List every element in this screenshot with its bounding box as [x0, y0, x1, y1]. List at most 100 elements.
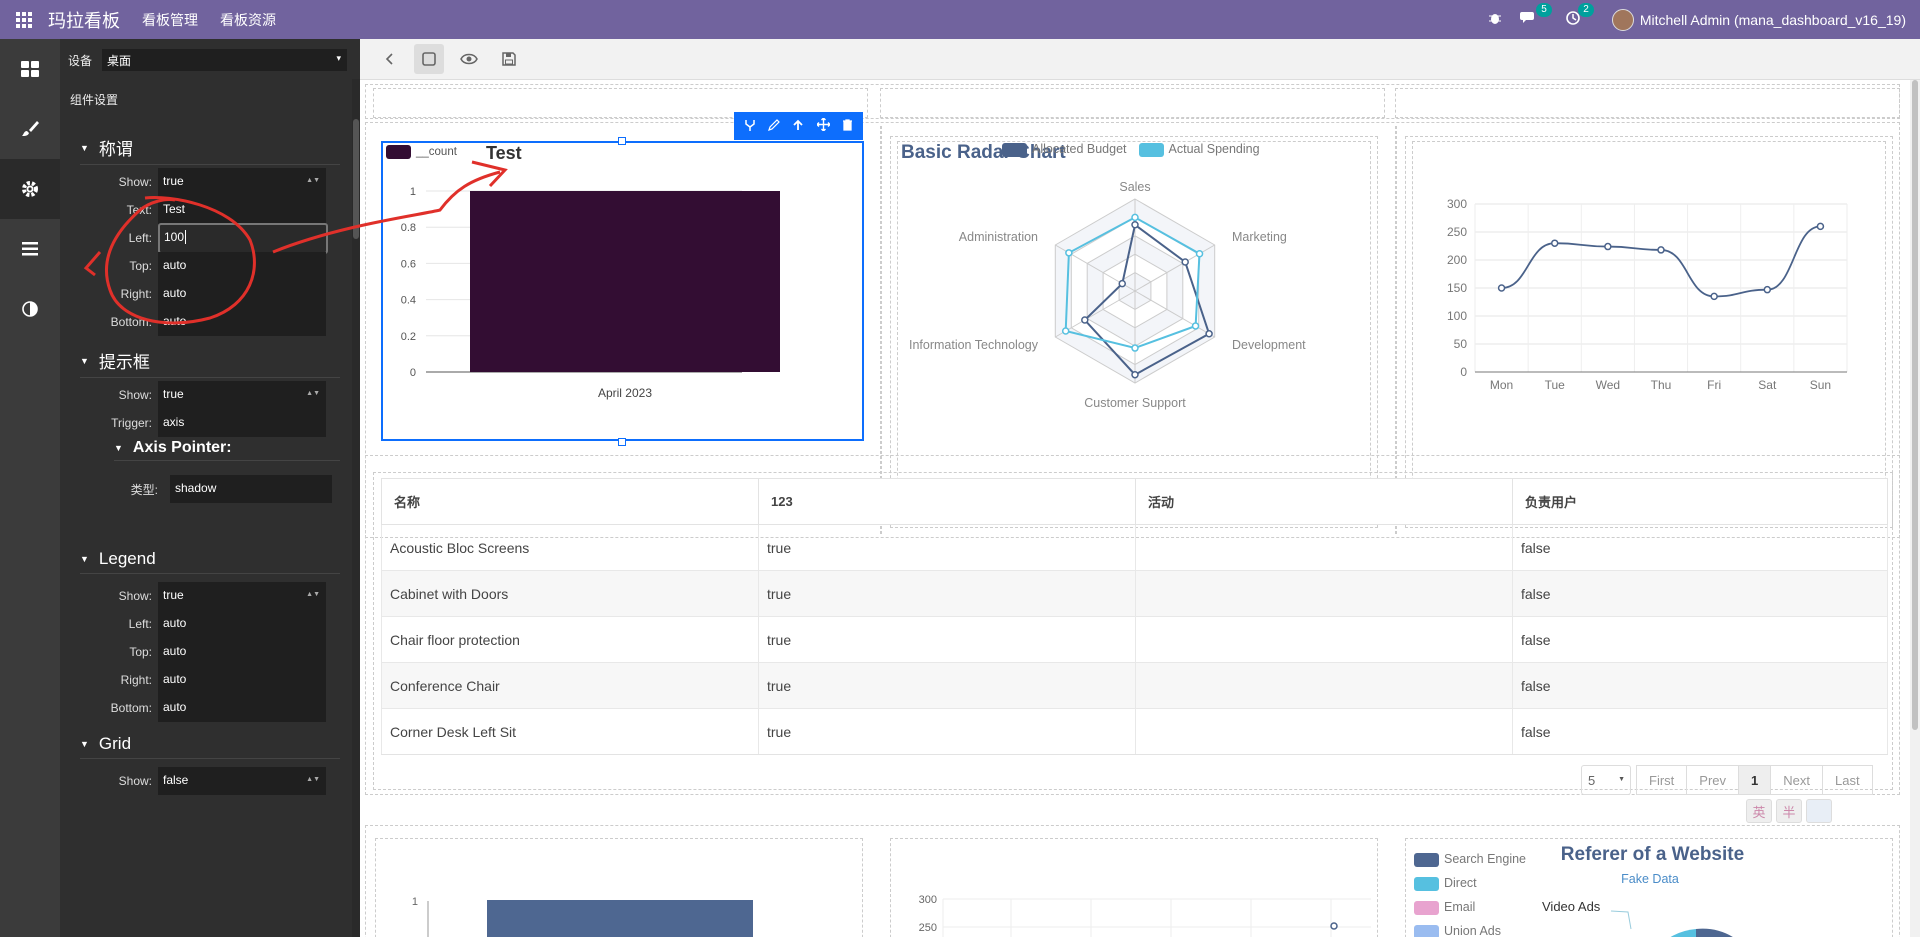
menu-dashboard-management[interactable]: 看板管理 [142, 10, 198, 30]
section-title[interactable]: ▼ 称谓 [80, 135, 340, 165]
bar-mark[interactable] [470, 191, 780, 372]
radar-point[interactable] [1131, 344, 1139, 352]
y-tick-label: 250 [1447, 225, 1467, 239]
title-show-select[interactable]: true ▲▼ [158, 168, 326, 196]
resize-handle-bottom[interactable] [618, 438, 626, 446]
legend-show-select[interactable]: true ▲▼ [158, 582, 326, 610]
settings-gear-icon[interactable] [0, 159, 60, 219]
activity-clock-icon[interactable]: 2 [1566, 3, 1594, 28]
ime-settings-badge[interactable] [1806, 799, 1832, 823]
axis-pointer-type-input[interactable]: shadow [170, 475, 332, 503]
pager-last-button[interactable]: Last [1821, 765, 1873, 795]
column-header-123[interactable]: 123 [758, 478, 1136, 525]
pie-widget[interactable]: Search Engine Direct Email Union Ads Ref… [1405, 838, 1893, 937]
paint-brush-icon[interactable] [0, 99, 60, 159]
tooltip-trigger-input[interactable]: axis [158, 409, 326, 437]
radar-point[interactable] [1131, 221, 1139, 229]
legend-bottom-input[interactable]: auto [158, 694, 326, 722]
line-point[interactable] [1657, 246, 1665, 254]
bar-legend[interactable]: __count [386, 145, 457, 159]
radar-point[interactable] [1131, 213, 1139, 222]
radar-point[interactable] [1118, 279, 1127, 288]
edit-mode-square-icon[interactable] [414, 44, 444, 74]
table-row[interactable]: Acoustic Bloc Screens true false [381, 524, 1888, 571]
ime-halfwidth-badge[interactable]: 半 [1776, 799, 1802, 823]
user-menu[interactable]: Mitchell Admin (mana_dashboard_v16_19) [1611, 8, 1906, 31]
radar-point[interactable] [1131, 370, 1139, 379]
debug-bug-icon[interactable] [1488, 11, 1502, 28]
save-floppy-icon[interactable] [494, 44, 524, 74]
ime-toolbar[interactable]: 英 半 [1746, 799, 1832, 823]
canvas-scrollbar[interactable] [1910, 80, 1920, 937]
radar-point[interactable] [1081, 316, 1089, 324]
legend-left-input[interactable]: auto [158, 610, 326, 638]
apps-menu-icon[interactable] [0, 0, 48, 39]
section-legend[interactable]: ▼ Legend [80, 549, 340, 574]
title-top-input[interactable]: auto [158, 252, 326, 280]
radar-point[interactable] [1181, 258, 1189, 266]
legend-right-label: Right: [120, 673, 152, 687]
column-header-responsible-user[interactable]: 负责用户 [1512, 478, 1888, 525]
radar-point[interactable] [1195, 249, 1204, 258]
bottom-bar-svg: 1 [412, 896, 753, 937]
page-size-select[interactable]: 5 ▼ [1581, 765, 1631, 795]
edit-pencil-icon[interactable] [768, 118, 781, 134]
tooltip-show-select[interactable]: true ▲▼ [158, 381, 326, 409]
theme-contrast-icon[interactable] [0, 279, 60, 339]
ime-english-badge[interactable]: 英 [1746, 799, 1772, 823]
resize-handle-top[interactable] [618, 137, 626, 145]
y-tick-label: 0.4 [401, 295, 416, 307]
axis-pointer-heading[interactable]: ▼ Axis Pointer: [114, 439, 340, 461]
title-bottom-input[interactable]: auto [158, 308, 326, 336]
line-point[interactable] [1550, 239, 1559, 247]
device-select[interactable]: 桌面 ▾ [102, 49, 348, 71]
title-left-input[interactable]: 100 [158, 222, 328, 254]
panel-scrollbar[interactable] [352, 79, 360, 937]
move-up-arrow-icon[interactable] [792, 119, 804, 134]
pager-page-1-button[interactable]: 1 [1738, 765, 1772, 795]
legend-right-input[interactable]: auto [158, 666, 326, 694]
list-icon[interactable] [0, 219, 60, 279]
radar-point[interactable] [1205, 330, 1213, 338]
y-tick-label: 300 [919, 894, 937, 906]
column-header-name[interactable]: 名称 [381, 478, 759, 525]
pager-next-button[interactable]: Next [1770, 765, 1823, 795]
bottom-bar-widget[interactable]: 1 [375, 838, 863, 937]
merge-icon[interactable] [744, 119, 756, 134]
radar-point[interactable] [1065, 249, 1073, 257]
pager-prev-button[interactable]: Prev [1686, 765, 1740, 795]
cell-123: true [758, 616, 1136, 663]
table-row[interactable]: Corner Desk Left Sit true false [381, 708, 1888, 755]
menu-dashboard-resources[interactable]: 看板资源 [220, 10, 276, 30]
drag-move-icon[interactable] [816, 117, 831, 134]
radar-point[interactable] [1191, 322, 1200, 330]
table-row[interactable]: Chair floor protection true false [381, 616, 1888, 663]
line-point[interactable] [1763, 285, 1772, 294]
radar-legend[interactable]: Allocated Budget Actual Spending [1002, 142, 1260, 157]
table-row[interactable]: Conference Chair true false [381, 662, 1888, 709]
line-point[interactable] [1816, 222, 1825, 231]
section-grid-heading: Grid [98, 734, 132, 753]
line-point[interactable] [1604, 242, 1612, 251]
section-tooltip[interactable]: ▼ 提示框 [80, 348, 340, 378]
title-right-input[interactable]: auto [158, 280, 326, 308]
column-header-active[interactable]: 活动 [1135, 478, 1513, 525]
radar-point[interactable] [1061, 327, 1070, 335]
x-tick-label: Wed [1596, 378, 1620, 392]
bar-chart-widget[interactable]: 1 0.8 0.6 0.4 0.2 0 April 2023 __count Test [381, 141, 864, 441]
table-row[interactable]: Cabinet with Doors true false [381, 570, 1888, 617]
preview-eye-icon[interactable] [454, 44, 484, 74]
delete-trash-icon[interactable] [842, 118, 853, 134]
section-grid[interactable]: ▼ Grid [80, 734, 340, 759]
app-title[interactable]: 玛拉看板 [48, 7, 120, 33]
title-text-input[interactable]: Test [158, 196, 326, 224]
legend-top-input[interactable]: auto [158, 638, 326, 666]
messages-icon[interactable]: 5 [1519, 3, 1552, 28]
layout-grid-icon[interactable] [0, 39, 60, 99]
back-chevron-icon[interactable] [374, 44, 404, 74]
bottom-line-widget[interactable]: 300 250 [890, 838, 1378, 937]
grid-show-select[interactable]: false ▲▼ [158, 767, 326, 795]
pager-first-button[interactable]: First [1636, 765, 1688, 795]
line-point[interactable] [1710, 292, 1718, 301]
line-point[interactable] [1497, 284, 1506, 292]
